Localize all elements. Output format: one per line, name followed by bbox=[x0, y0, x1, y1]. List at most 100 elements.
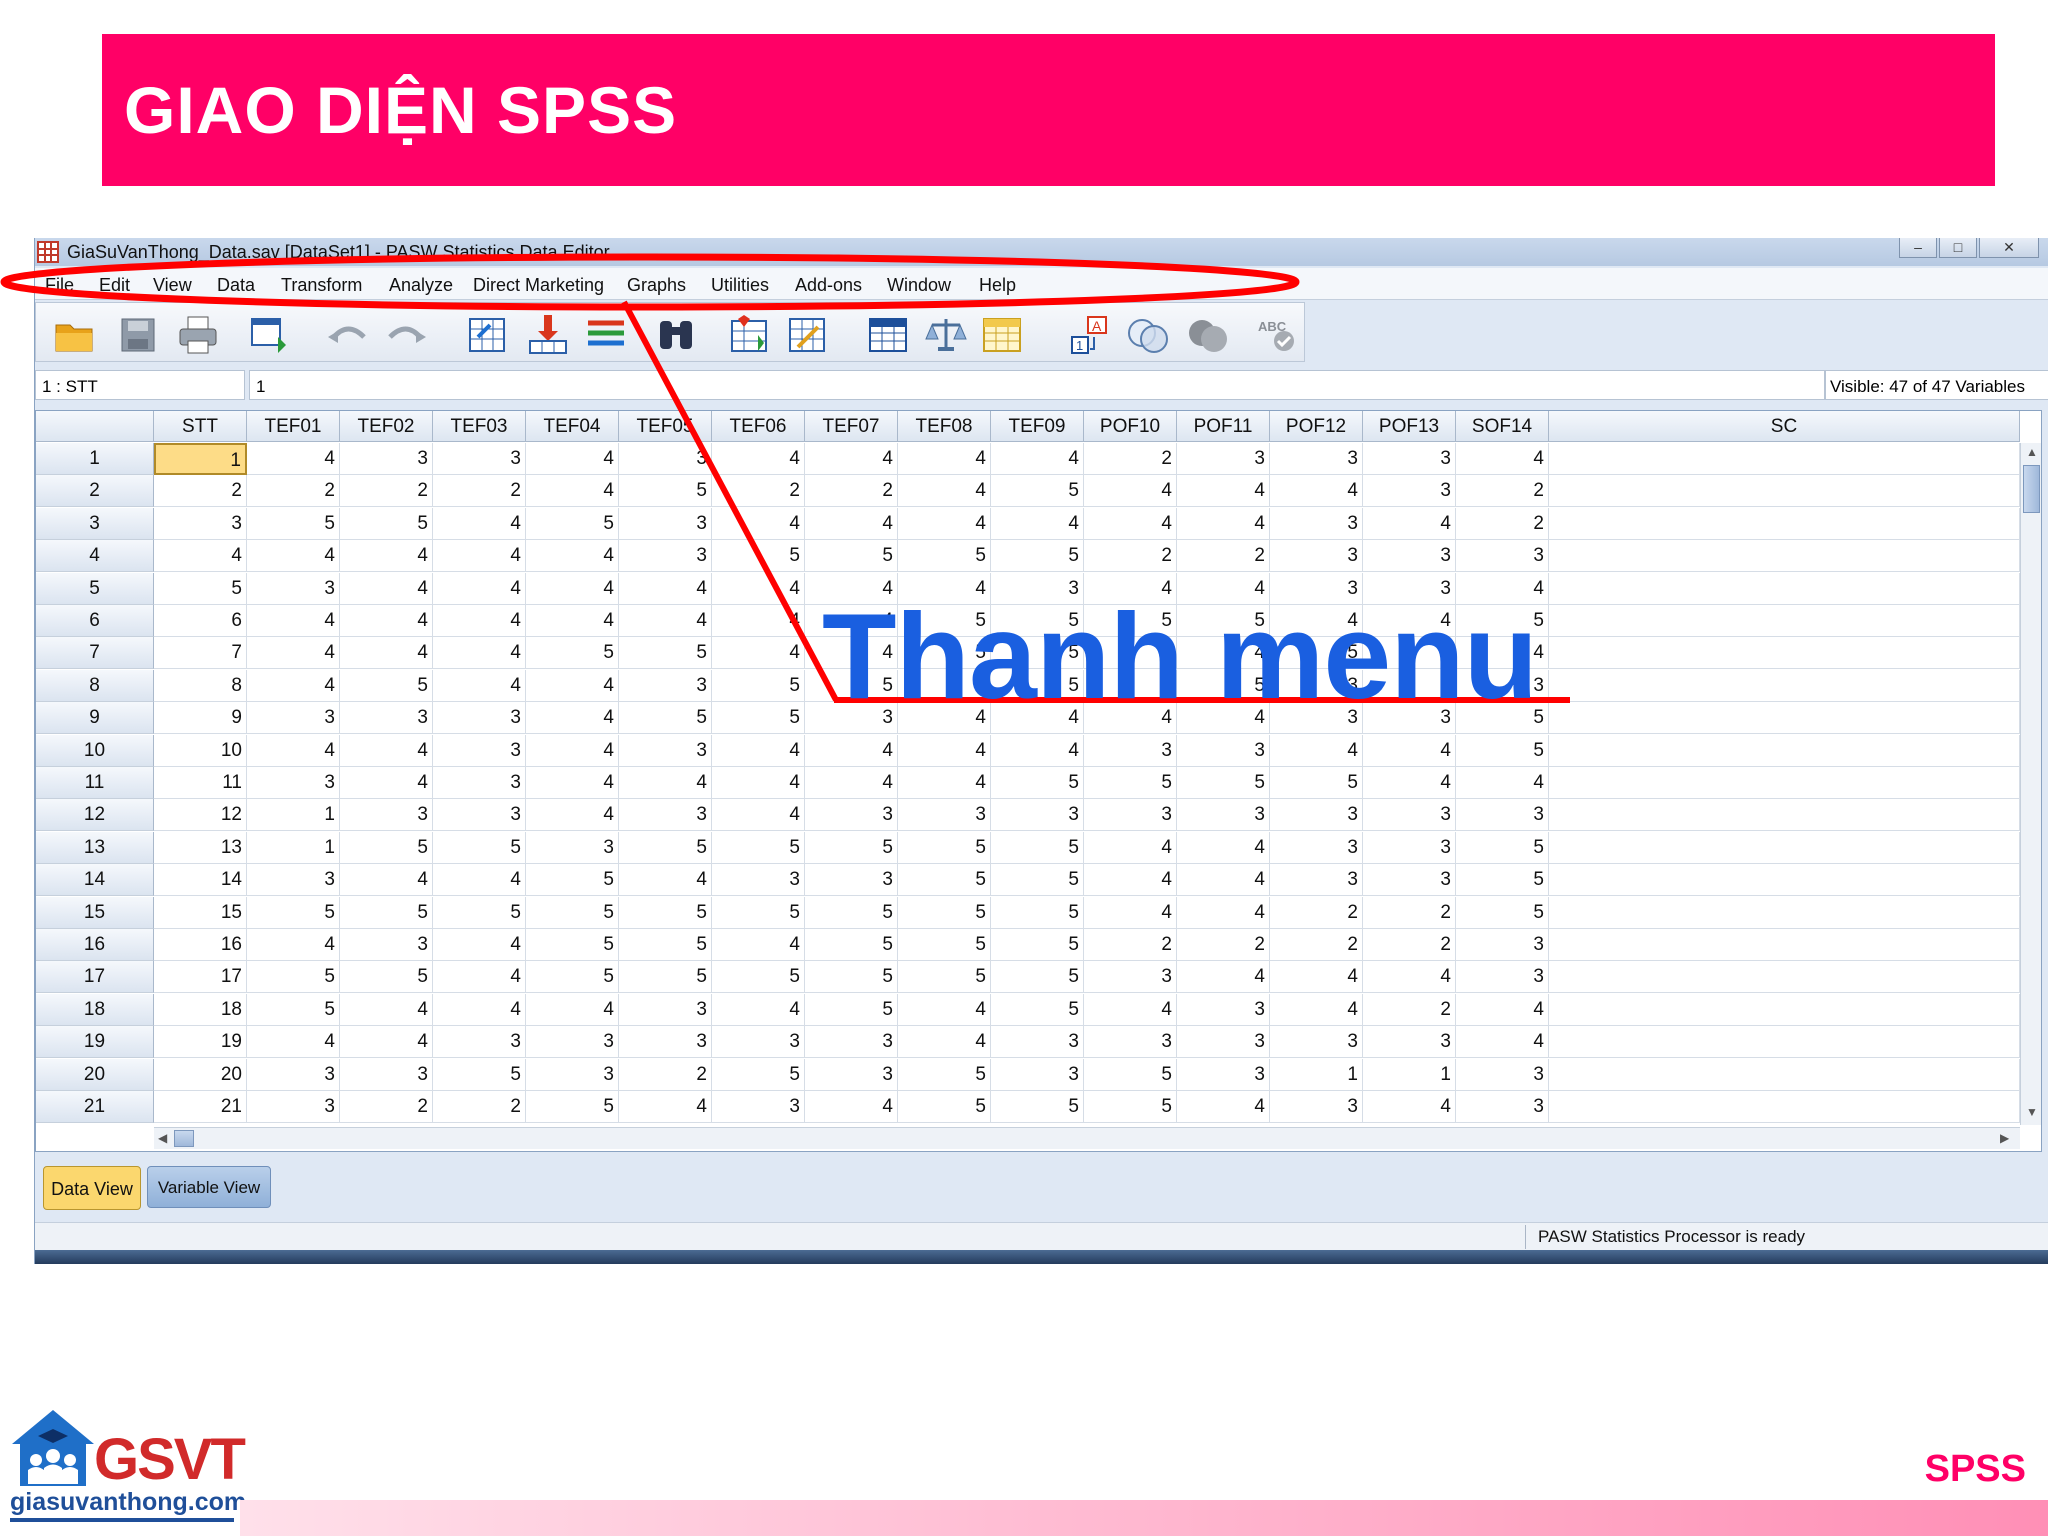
table-cell[interactable] bbox=[1549, 475, 2020, 508]
table-cell[interactable]: 1 bbox=[154, 443, 247, 475]
table-cell[interactable]: 4 bbox=[247, 929, 340, 961]
table-cell[interactable]: 5 bbox=[247, 896, 340, 929]
menu-data[interactable]: Data bbox=[217, 275, 255, 296]
close-button[interactable]: ✕ bbox=[1979, 238, 2039, 258]
table-cell[interactable]: 5 bbox=[805, 896, 898, 929]
table-cell[interactable]: 4 bbox=[1270, 475, 1363, 508]
table-cell[interactable] bbox=[1549, 702, 2020, 735]
table-cell[interactable]: 4 bbox=[526, 572, 619, 605]
table-cell[interactable]: 3 bbox=[1363, 831, 1456, 864]
table-cell[interactable]: 3 bbox=[898, 799, 991, 832]
menu-help[interactable]: Help bbox=[979, 275, 1016, 296]
table-cell[interactable]: 2 bbox=[805, 475, 898, 508]
table-cell[interactable]: 3 bbox=[1363, 1026, 1456, 1059]
table-cell[interactable]: 4 bbox=[433, 572, 526, 605]
table-cell[interactable]: 5 bbox=[898, 864, 991, 897]
table-cell[interactable]: 3 bbox=[619, 734, 712, 767]
table-cell[interactable]: 18 bbox=[154, 993, 247, 1026]
undo-icon[interactable] bbox=[326, 315, 370, 355]
table-cell[interactable]: 3 bbox=[991, 1026, 1084, 1059]
table-cell[interactable]: 4 bbox=[712, 799, 805, 832]
table-cell[interactable] bbox=[1549, 993, 2020, 1026]
table-cell[interactable]: 5 bbox=[898, 1091, 991, 1123]
table-cell[interactable]: 2 bbox=[712, 475, 805, 508]
table-cell[interactable]: 3 bbox=[1270, 831, 1363, 864]
column-header-tef06[interactable]: TEF06 bbox=[712, 411, 805, 442]
table-cell[interactable]: 4 bbox=[805, 507, 898, 540]
table-cell[interactable]: 5 bbox=[619, 961, 712, 994]
table-cell[interactable]: 5 bbox=[247, 993, 340, 1026]
menu-analyze[interactable]: Analyze bbox=[389, 275, 453, 296]
table-cell[interactable]: 4 bbox=[340, 572, 433, 605]
table-cell[interactable]: 5 bbox=[991, 993, 1084, 1026]
table-cell[interactable]: 2 bbox=[619, 1058, 712, 1091]
menu-add-ons[interactable]: Add-ons bbox=[795, 275, 862, 296]
table-cell[interactable]: 5 bbox=[619, 637, 712, 670]
table-cell[interactable]: 4 bbox=[619, 605, 712, 637]
row-header[interactable]: 3 bbox=[36, 507, 154, 540]
row-header[interactable]: 1 bbox=[36, 443, 154, 475]
table-cell[interactable]: 4 bbox=[526, 540, 619, 573]
table-cell[interactable]: 3 bbox=[526, 1058, 619, 1091]
table-cell[interactable]: 3 bbox=[619, 443, 712, 475]
table-cell[interactable]: 2 bbox=[1084, 443, 1177, 475]
table-cell[interactable]: 3 bbox=[340, 443, 433, 475]
table-cell[interactable]: 4 bbox=[247, 669, 340, 702]
table-cell[interactable]: 4 bbox=[340, 1026, 433, 1059]
table-cell[interactable]: 4 bbox=[991, 507, 1084, 540]
table-cell[interactable]: 3 bbox=[712, 864, 805, 897]
table-cell[interactable]: 3 bbox=[247, 1091, 340, 1123]
table-cell[interactable]: 4 bbox=[1363, 507, 1456, 540]
table-cell[interactable]: 5 bbox=[1456, 896, 1549, 929]
table-cell[interactable]: 5 bbox=[1456, 831, 1549, 864]
table-cell[interactable]: 4 bbox=[433, 993, 526, 1026]
table-cell[interactable]: 3 bbox=[991, 1058, 1084, 1091]
table-cell[interactable]: 13 bbox=[154, 831, 247, 864]
table-cell[interactable]: 3 bbox=[1084, 734, 1177, 767]
menu-view[interactable]: View bbox=[153, 275, 192, 296]
table-cell[interactable]: 5 bbox=[619, 475, 712, 508]
table-cell[interactable]: 2 bbox=[340, 475, 433, 508]
table-cell[interactable] bbox=[1549, 605, 2020, 637]
table-cell[interactable]: 4 bbox=[433, 507, 526, 540]
save-icon[interactable] bbox=[116, 315, 160, 355]
table-cell[interactable]: 4 bbox=[340, 767, 433, 799]
column-header-tef05[interactable]: TEF05 bbox=[619, 411, 712, 442]
table-cell[interactable]: 4 bbox=[712, 507, 805, 540]
table-cell[interactable]: 4 bbox=[433, 540, 526, 573]
table-cell[interactable]: 4 bbox=[433, 929, 526, 961]
table-cell[interactable]: 4 bbox=[1177, 864, 1270, 897]
table-cell[interactable]: 4 bbox=[712, 767, 805, 799]
table-cell[interactable]: 4 bbox=[1084, 475, 1177, 508]
table-cell[interactable]: 2 bbox=[340, 1091, 433, 1123]
table-cell[interactable]: 3 bbox=[1084, 1026, 1177, 1059]
table-cell[interactable]: 2 bbox=[1177, 540, 1270, 573]
table-cell[interactable]: 5 bbox=[340, 507, 433, 540]
scroll-down-icon[interactable]: ▼ bbox=[2026, 1105, 2038, 1119]
insert-variable-icon[interactable] bbox=[786, 315, 830, 355]
table-cell[interactable]: 4 bbox=[1177, 475, 1270, 508]
table-cell[interactable]: 3 bbox=[805, 864, 898, 897]
table-cell[interactable]: 19 bbox=[154, 1026, 247, 1059]
cell-value-input[interactable]: 1 bbox=[249, 370, 1825, 400]
table-cell[interactable]: 5 bbox=[991, 864, 1084, 897]
table-cell[interactable]: 3 bbox=[1363, 799, 1456, 832]
menu-transform[interactable]: Transform bbox=[281, 275, 362, 296]
split-file-icon[interactable] bbox=[866, 315, 910, 355]
table-cell[interactable]: 2 bbox=[1363, 929, 1456, 961]
table-cell[interactable]: 5 bbox=[526, 1091, 619, 1123]
table-cell[interactable]: 5 bbox=[154, 572, 247, 605]
table-cell[interactable]: 3 bbox=[247, 702, 340, 735]
table-cell[interactable]: 3 bbox=[1177, 734, 1270, 767]
table-cell[interactable]: 3 bbox=[619, 1026, 712, 1059]
table-cell[interactable]: 4 bbox=[898, 443, 991, 475]
table-cell[interactable]: 4 bbox=[340, 605, 433, 637]
table-cell[interactable]: 4 bbox=[898, 734, 991, 767]
table-cell[interactable]: 4 bbox=[526, 702, 619, 735]
table-cell[interactable]: 3 bbox=[1270, 1091, 1363, 1123]
table-cell[interactable]: 3 bbox=[1456, 929, 1549, 961]
table-cell[interactable]: 4 bbox=[1177, 831, 1270, 864]
table-cell[interactable]: 4 bbox=[526, 475, 619, 508]
goto-case-icon[interactable] bbox=[466, 315, 510, 355]
table-cell[interactable]: 5 bbox=[1084, 1058, 1177, 1091]
